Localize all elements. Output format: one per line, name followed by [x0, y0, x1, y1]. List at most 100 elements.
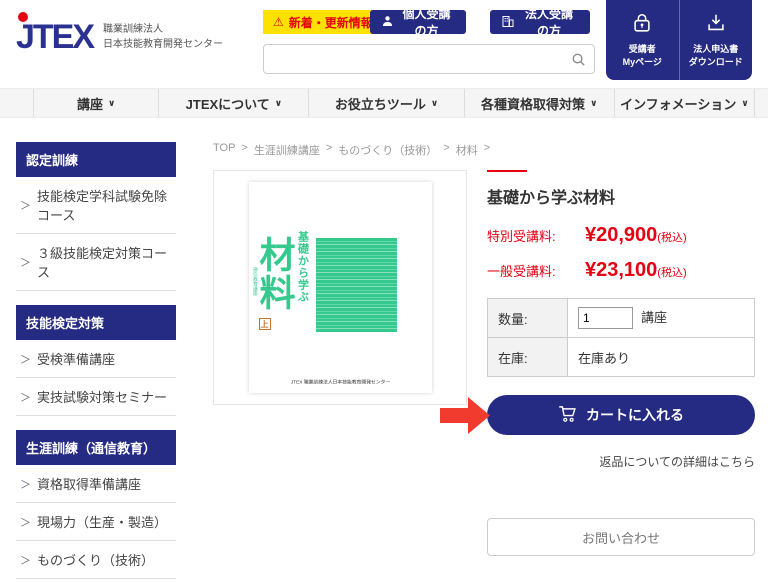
contact-button[interactable]: お問い合わせ — [487, 518, 755, 556]
table-row-stock: 在庫: 在庫あり — [487, 337, 755, 377]
nav-item-tools[interactable]: お役立ちツール ∨ — [308, 89, 463, 117]
search-icon[interactable] — [571, 52, 586, 67]
stock-value: 在庫あり — [567, 337, 755, 377]
breadcrumb-separator: > — [443, 142, 450, 154]
sidebar-header: 認定訓練 — [16, 142, 176, 177]
quantity-cell: 講座 — [567, 298, 755, 338]
chevron-down-icon: ∨ — [741, 97, 749, 108]
sidebar-item-label: ものづくり（技術） — [37, 553, 155, 568]
sidebar-group-certified-training: 認定訓練 ＞ 技能検定学科試験免除コース ＞ ３級技能検定対策コース — [16, 142, 176, 291]
sidebar-header: 技能検定対策 — [16, 305, 176, 340]
corporate-form-download-link[interactable]: 法人申込書 ダウンロード — [678, 0, 753, 80]
breadcrumb-item-lifelong[interactable]: 生涯訓練講座 — [254, 142, 320, 158]
breadcrumb-separator: > — [241, 142, 248, 154]
product-section: 材料 基礎から学ぶ 通信教育講座 上 JTEX 職業訓練法人日本技能教育開発セン… — [213, 170, 755, 556]
personal-student-button[interactable]: 個人受講の方 — [370, 7, 466, 38]
product-image-box: 材料 基礎から学ぶ 通信教育講座 上 JTEX 職業訓練法人日本技能教育開発セン… — [213, 170, 467, 405]
book-cover-subtitle: 基礎から学ぶ — [296, 231, 309, 303]
search-box — [263, 44, 595, 74]
arrow-right-icon: ＞ — [20, 391, 31, 404]
nav-label: インフォメーション — [620, 96, 737, 112]
student-mypage-link[interactable]: 受講者 Myページ — [606, 0, 679, 80]
sidebar-group-skill-test: 技能検定対策 ＞ 受検準備講座 ＞ 実技試験対策セミナー — [16, 305, 176, 416]
sidebar-item-label: 受検準備講座 — [37, 352, 116, 367]
sidebar-item-exam-exemption-course[interactable]: ＞ 技能検定学科試験免除コース — [16, 177, 176, 234]
arrow-right-icon: ＞ — [20, 554, 31, 567]
main-nav: 講座 ∨ JTEXについて ∨ お役立ちツール ∨ 各種資格取得対策 ∨ インフ… — [0, 88, 768, 118]
breadcrumb-separator: > — [325, 142, 333, 154]
cart-icon — [558, 405, 577, 426]
header: JTEX 職業訓練法人 日本技能教育開発センター ⚠ 新着・更新情報 個人受講の… — [0, 0, 768, 86]
sidebar-item-label: ３級技能検定対策コース — [37, 246, 168, 280]
regular-price-row: 一般受講料: ¥23,100 (税込) — [487, 259, 755, 282]
sidebar-group-lifelong-training: 生涯訓練（通信教育） ＞ 資格取得準備講座 ＞ 現場力（生産・製造） ＞ ものづ… — [16, 430, 176, 582]
arrow-right-icon: ＞ — [20, 353, 31, 366]
stock-label: 在庫: — [487, 337, 568, 377]
regular-price-label: 一般受講料: — [487, 264, 556, 279]
sidebar-item-label: 実技試験対策セミナー — [37, 390, 168, 405]
cart-button-label: カートに入れる — [586, 407, 684, 423]
book-cover-title: 材料 — [254, 236, 296, 312]
arrow-right-icon: ＞ — [20, 257, 31, 269]
chevron-down-icon: ∨ — [108, 97, 116, 108]
special-price-value: ¥20,900 — [585, 224, 658, 246]
person-icon — [382, 15, 393, 30]
download-line1: 法人申込書 — [693, 43, 739, 54]
book-volume-badge: 上 — [258, 318, 271, 330]
nav-item-about[interactable]: JTEXについて ∨ — [158, 89, 308, 117]
org-name: 職業訓練法人 日本技能教育開発センター — [103, 22, 223, 52]
sidebar-item-monozukuri-tech[interactable]: ＞ ものづくり（技術） — [16, 541, 176, 579]
building-icon — [502, 15, 514, 30]
sidebar-header: 生涯訓練（通信教育） — [16, 430, 176, 465]
table-row-quantity: 数量: 講座 — [487, 298, 755, 338]
breadcrumb-separator: > — [483, 142, 491, 154]
quantity-input[interactable] — [578, 307, 633, 329]
search-input[interactable] — [264, 45, 571, 73]
corporate-button-label: 法人受講の方 — [524, 7, 573, 38]
sidebar-item-practical-seminar[interactable]: ＞ 実技試験対策セミナー — [16, 378, 176, 416]
sidebar-item-exam-prep-course[interactable]: ＞ 受検準備講座 — [16, 340, 176, 378]
nav-label: 講座 — [76, 96, 103, 112]
quantity-label: 数量: — [487, 298, 568, 338]
sidebar-item-label: 資格取得準備講座 — [37, 477, 142, 492]
sidebar-item-qualification-prep[interactable]: ＞ 資格取得準備講座 — [16, 465, 176, 503]
sidebar-item-genba-production[interactable]: ＞ 現場力（生産・製造） — [16, 503, 176, 541]
nav-item-certifications[interactable]: 各種資格取得対策 ∨ — [463, 89, 614, 117]
nav-label: お役立ちツール — [334, 96, 426, 112]
lock-icon — [631, 12, 653, 39]
breadcrumb-item-material[interactable]: 材料 — [456, 142, 478, 158]
logo-red-dot-icon — [18, 12, 28, 22]
chevron-down-icon: ∨ — [430, 97, 439, 108]
nav-label: JTEXについて — [185, 96, 270, 112]
arrow-right-icon: ＞ — [20, 200, 31, 212]
page: JTEX 職業訓練法人 日本技能教育開発センター ⚠ 新着・更新情報 個人受講の… — [0, 0, 768, 582]
breadcrumb-item-top[interactable]: TOP — [213, 142, 235, 158]
sidebar-item-grade3-course[interactable]: ＞ ３級技能検定対策コース — [16, 234, 176, 291]
nav-item-information[interactable]: インフォメーション ∨ — [613, 89, 756, 117]
mypage-line1: 受講者 — [628, 43, 656, 54]
product-details: 基礎から学ぶ材料 特別受講料: ¥20,900 (税込) 一般受講料: ¥23,… — [440, 170, 755, 556]
arrow-right-icon: ＞ — [20, 516, 31, 529]
sidebar: 認定訓練 ＞ 技能検定学科試験免除コース ＞ ３級技能検定対策コース 技能検定対… — [16, 142, 176, 582]
news-update-badge[interactable]: ⚠ 新着・更新情報 — [263, 10, 383, 34]
nav-label: 各種資格取得対策 — [481, 96, 586, 112]
breadcrumb: TOP > 生涯訓練講座 > ものづくり（技術） > 材料 > — [213, 142, 735, 158]
book-cover-image: 材料 基礎から学ぶ 通信教育講座 上 JTEX 職業訓練法人日本技能教育開発セン… — [248, 182, 432, 393]
cart-area: カートに入れる — [440, 395, 755, 435]
mypage-label: 受講者 Myページ — [623, 43, 662, 68]
return-policy-link[interactable]: 返品についての詳細はこちら — [487, 453, 755, 470]
book-cover-green-block — [315, 238, 397, 332]
jtex-logo: JTEX — [16, 12, 95, 54]
add-to-cart-button[interactable]: カートに入れる — [487, 395, 755, 435]
breadcrumb-item-monozukuri[interactable]: ものづくり（技術） — [338, 142, 437, 158]
logo[interactable]: JTEX 職業訓練法人 日本技能教育開発センター — [16, 12, 223, 54]
nav-item-courses[interactable]: 講座 ∨ — [33, 89, 158, 117]
mypage-line2: Myページ — [622, 56, 662, 67]
quantity-unit: 講座 — [641, 310, 668, 325]
download-line2: ダウンロード — [688, 56, 743, 67]
book-cover-series: 通信教育講座 — [251, 267, 257, 296]
product-title: 基礎から学ぶ材料 — [487, 190, 616, 207]
corporate-student-button[interactable]: 法人受講の方 — [490, 7, 590, 38]
download-label: 法人申込書 ダウンロード — [689, 43, 743, 68]
sidebar-item-label: 現場力（生産・製造） — [37, 515, 168, 530]
